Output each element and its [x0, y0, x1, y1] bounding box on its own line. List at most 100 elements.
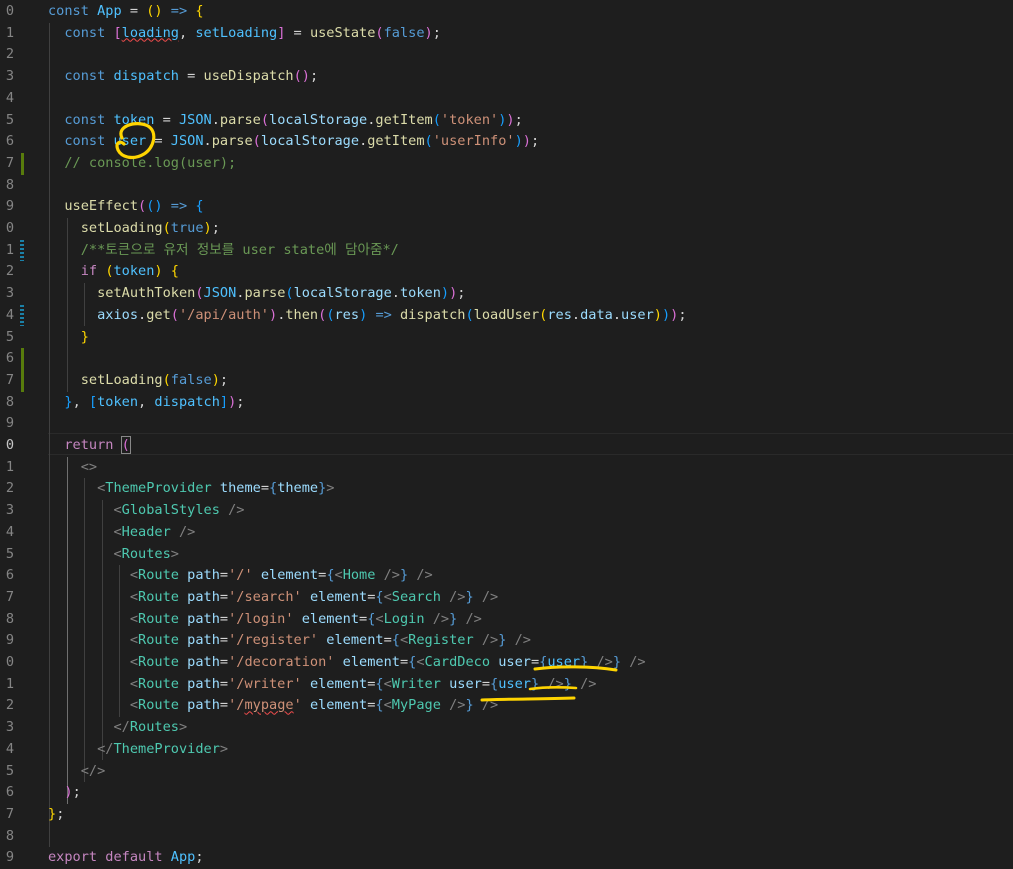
code-line[interactable]: export default App; [48, 847, 204, 869]
line-number[interactable]: 7 [0, 804, 14, 826]
code-line[interactable]: } [48, 327, 89, 349]
added-line-marker[interactable] [21, 369, 24, 392]
line-number[interactable]: 2 [0, 44, 14, 66]
line-number[interactable]: 3 [0, 66, 14, 88]
line-number[interactable]: 3 [0, 500, 14, 522]
code-line[interactable]: </Routes> [48, 717, 187, 739]
line-number[interactable]: 6 [0, 348, 14, 370]
line-number[interactable]: 8 [0, 175, 14, 197]
code-line[interactable]: setAuthToken(JSON.parse(localStorage.tok… [48, 283, 465, 305]
line-number[interactable]: 9 [0, 847, 14, 869]
line-number[interactable]: 6 [0, 131, 14, 153]
code-line[interactable]: <Route path='/writer' element={<Writer u… [48, 674, 597, 696]
code-line[interactable]: setLoading(false); [48, 370, 228, 392]
code-token: /> [449, 588, 466, 605]
line-number[interactable]: 0 [0, 218, 14, 240]
code-line[interactable]: <Header /> [48, 522, 195, 544]
code-line[interactable]: const token = JSON.parse(localStorage.ge… [48, 110, 522, 132]
modified-line-marker[interactable] [20, 239, 24, 262]
added-line-marker[interactable] [21, 152, 24, 175]
line-number[interactable]: 0 [0, 435, 14, 457]
line-number[interactable]: 2 [0, 261, 14, 283]
line-number[interactable]: 1 [0, 23, 14, 45]
code-line[interactable]: <ThemeProvider theme={theme}> [48, 478, 334, 500]
code-line[interactable]: const [loading, setLoading] = useState(f… [48, 23, 441, 45]
code-line[interactable]: ); [48, 782, 80, 804]
code-token: localStorage [269, 111, 368, 128]
line-number[interactable]: 2 [0, 478, 14, 500]
code-line[interactable]: return ( [48, 435, 131, 457]
code-token: Route [138, 588, 179, 605]
code-line[interactable]: const App = () => { [48, 1, 204, 23]
code-line[interactable]: <Route path='/mypage' element={<MyPage /… [48, 695, 498, 717]
line-number[interactable]: 4 [0, 305, 14, 327]
line-number[interactable]: 0 [0, 1, 14, 23]
code-token: ThemeProvider [113, 740, 220, 757]
line-number[interactable]: 1 [0, 674, 14, 696]
line-number[interactable]: 3 [0, 717, 14, 739]
line-number[interactable]: 5 [0, 110, 14, 132]
added-line-marker[interactable] [21, 348, 24, 370]
line-number[interactable]: 7 [0, 370, 14, 392]
code-token: . [138, 306, 147, 323]
code-line[interactable]: <Route path='/register' element={<Regist… [48, 630, 531, 652]
code-token: < [113, 502, 122, 519]
code-token: return [64, 437, 114, 453]
code-editor[interactable]: 0123456789012345678901234567890123456789… [0, 0, 1013, 865]
code-token: theme [277, 480, 319, 497]
line-number[interactable]: 7 [0, 587, 14, 609]
line-number[interactable]: 9 [0, 413, 14, 435]
code-line[interactable]: axios.get('/api/auth').then((res) => dis… [48, 305, 687, 327]
line-number[interactable]: 4 [0, 88, 14, 110]
code-line[interactable]: <Routes> [48, 544, 178, 566]
code-line[interactable]: setLoading(true); [48, 218, 220, 240]
code-token: Routes [129, 719, 179, 736]
code-line[interactable]: <GlobalStyles /> [48, 500, 244, 522]
code-line[interactable]: /**토큰으로 유저 정보를 user state에 담아줌*/ [48, 240, 399, 262]
code-line[interactable]: <Route path='/search' element={<Search /… [48, 587, 498, 609]
code-token: 'userInfo' [432, 133, 515, 150]
code-line[interactable]: const user = JSON.parse(localStorage.get… [48, 131, 539, 153]
code-line[interactable]: // console.log(user); [48, 153, 236, 175]
line-number[interactable]: 8 [0, 609, 14, 631]
line-number[interactable]: 5 [0, 761, 14, 783]
code-line[interactable]: if (token) { [48, 261, 179, 283]
code-line[interactable]: const dispatch = useDispatch(); [48, 66, 318, 88]
line-number[interactable]: 1 [0, 457, 14, 479]
code-line[interactable]: <Route path='/login' element={<Login />}… [48, 609, 482, 631]
code-token: ; [678, 306, 687, 323]
line-number[interactable]: 8 [0, 392, 14, 414]
line-number[interactable]: 1 [0, 240, 14, 262]
line-number[interactable]: 9 [0, 630, 14, 652]
line-number[interactable]: 8 [0, 826, 14, 848]
code-line[interactable]: </> [48, 761, 106, 783]
code-line[interactable]: <> [48, 457, 97, 479]
code-line[interactable]: useEffect(() => { [48, 196, 203, 218]
line-number[interactable]: 4 [0, 522, 14, 544]
code-line[interactable]: <Route path='/decoration' element={<Card… [48, 652, 646, 674]
code-token: } [465, 697, 474, 714]
code-line[interactable]: }; [48, 804, 64, 826]
line-number[interactable]: 2 [0, 695, 14, 717]
line-number[interactable]: 4 [0, 739, 14, 761]
code-token: = [530, 654, 540, 670]
code-token: < [129, 632, 139, 649]
line-number[interactable]: 9 [0, 196, 14, 218]
code-line[interactable]: }, [token, dispatch]); [48, 392, 244, 414]
code-line[interactable]: </ThemeProvider> [48, 739, 228, 761]
modified-line-marker[interactable] [20, 304, 24, 327]
code-token: useDispatch [203, 68, 294, 85]
code-line[interactable]: <Route path='/' element={<Home />} /> [48, 565, 433, 587]
line-number[interactable]: 6 [0, 565, 14, 587]
line-number[interactable]: 5 [0, 544, 14, 566]
code-token: export [48, 849, 98, 866]
code-token: /> [514, 632, 531, 649]
line-number[interactable]: 6 [0, 782, 14, 804]
line-number[interactable]: 7 [0, 153, 14, 175]
line-number[interactable]: 3 [0, 283, 14, 305]
line-number[interactable]: 0 [0, 652, 14, 674]
line-number[interactable]: 5 [0, 327, 14, 349]
